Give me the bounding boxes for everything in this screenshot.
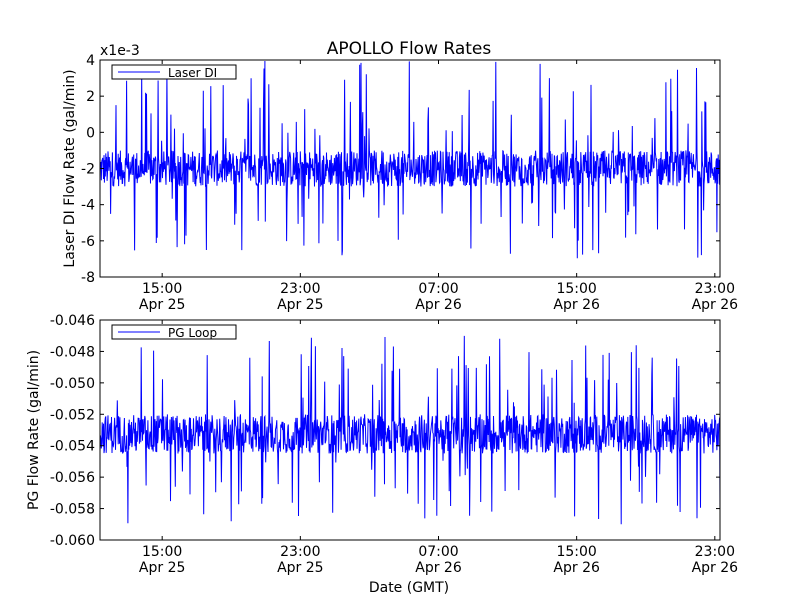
x-tick-time: 23:00 bbox=[280, 281, 320, 297]
y-tick-label: -0.060 bbox=[50, 533, 95, 549]
y-tick-label: 0 bbox=[86, 125, 95, 141]
x-tick-date: Apr 26 bbox=[692, 297, 739, 313]
y-tick-label: -0.058 bbox=[50, 502, 95, 518]
bottom-panel-pg-loop: -0.060 -0.058 -0.056 -0.054 -0.052 -0.050 -0.0… bbox=[26, 313, 738, 576]
x-tick-date: Apr 25 bbox=[139, 560, 185, 576]
legend: Laser DI bbox=[111, 64, 237, 80]
x-tick-date: Apr 25 bbox=[277, 560, 323, 576]
top-panel-laser-di: -8-6-4-202415:00Apr 2523:00Apr 2507:00Ap… bbox=[62, 53, 738, 313]
y-tick-label: -0.046 bbox=[50, 313, 95, 329]
legend-label: Laser DI bbox=[168, 66, 217, 80]
x-tick-date: Apr 26 bbox=[553, 560, 600, 576]
x-axis-label: Date (GMT) bbox=[369, 580, 449, 596]
x-tick-date: Apr 26 bbox=[415, 560, 462, 576]
y-tick-label: 2 bbox=[86, 89, 95, 105]
x-tick-time: 23:00 bbox=[280, 544, 320, 560]
legend-label: PG Loop bbox=[168, 326, 217, 340]
x-tick-time: 15:00 bbox=[142, 281, 182, 297]
x-tick-date: Apr 26 bbox=[415, 297, 462, 313]
x-tick-time: 15:00 bbox=[556, 544, 596, 560]
series-line-pg-loop bbox=[100, 335, 720, 525]
chart-title: APOLLO Flow Rates bbox=[327, 39, 492, 59]
x-tick-date: Apr 25 bbox=[277, 297, 323, 313]
y-tick-label: -4 bbox=[81, 198, 95, 214]
x-tick-time: 23:00 bbox=[695, 544, 735, 560]
y-scale-note: x1e-3 bbox=[100, 43, 140, 59]
x-tick-time: 15:00 bbox=[556, 281, 596, 297]
legend: PG Loop bbox=[111, 324, 237, 340]
y-tick-label: -0.050 bbox=[50, 376, 95, 392]
y-tick-label: -8 bbox=[81, 270, 95, 286]
y-tick-label: -0.054 bbox=[50, 439, 95, 455]
y-tick-label: 4 bbox=[86, 53, 95, 69]
y-tick-label: -6 bbox=[81, 234, 95, 250]
figure: APOLLO Flow Rates x1e-3 Date (GMT) -8 -6 -… bbox=[26, 39, 738, 596]
x-tick-time: 23:00 bbox=[695, 281, 735, 297]
y-tick-label: -2 bbox=[81, 162, 95, 178]
series-line-laser-di bbox=[100, 60, 720, 259]
x-tick-date: Apr 26 bbox=[692, 560, 739, 576]
y-tick-label: -0.052 bbox=[50, 407, 95, 423]
y-tick-label: -0.056 bbox=[50, 470, 95, 486]
x-tick-time: 15:00 bbox=[142, 544, 182, 560]
x-tick-time: 07:00 bbox=[418, 281, 458, 297]
x-tick-date: Apr 26 bbox=[553, 297, 600, 313]
y-tick-label: -0.048 bbox=[50, 344, 95, 360]
x-tick-date: Apr 25 bbox=[139, 297, 185, 313]
y-axis-label: PG Flow Rate (gal/min) bbox=[26, 350, 42, 510]
y-axis-label: Laser DI Flow Rate (gal/min) bbox=[62, 69, 78, 267]
x-tick-time: 07:00 bbox=[418, 544, 458, 560]
